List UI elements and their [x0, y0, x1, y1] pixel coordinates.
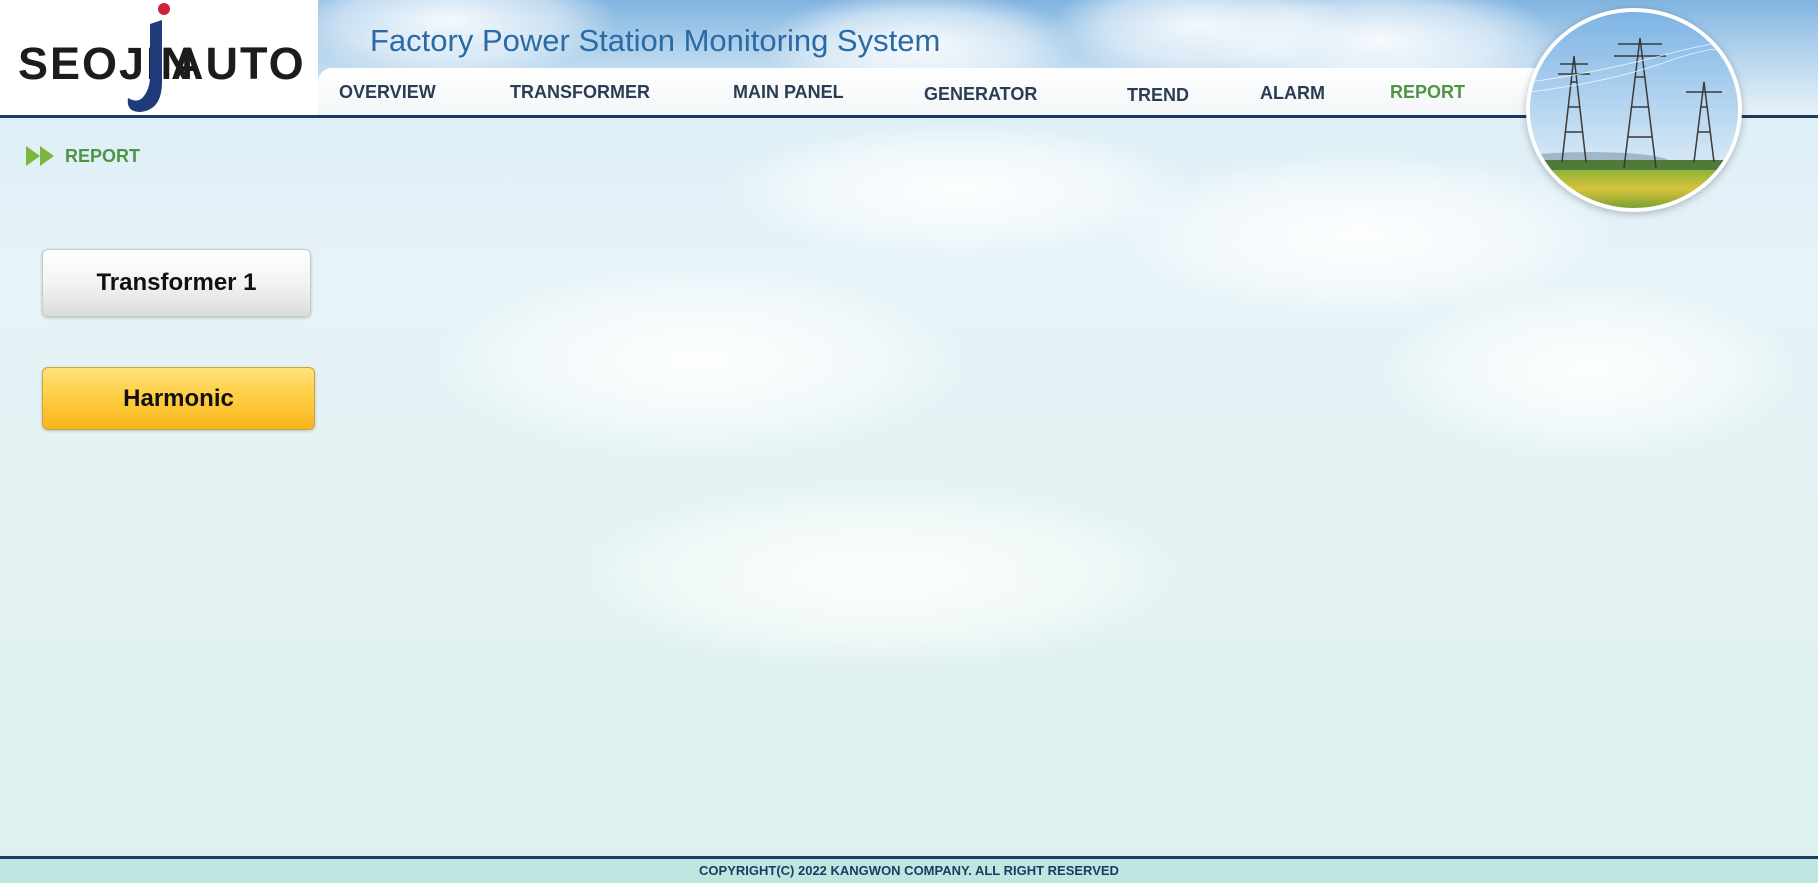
nav-item-trend[interactable]: TREND: [1127, 85, 1189, 106]
logo-text-right: AUTO: [171, 38, 306, 89]
cloud-decoration: [1380, 280, 1800, 460]
logo-area: SEOJIN AUTO: [0, 0, 318, 118]
cloud-decoration: [1100, 150, 1620, 320]
cloud-decoration: [720, 120, 1200, 260]
cloud-decoration: [560, 480, 1200, 670]
footer: COPYRIGHT(C) 2022 KANGWON COMPANY. ALL R…: [0, 859, 1818, 883]
breadcrumb-label: REPORT: [65, 146, 141, 166]
nav-item-report[interactable]: REPORT: [1390, 82, 1465, 103]
transmission-tower-icon: [1530, 12, 1738, 208]
footer-copyright: COPYRIGHT(C) 2022 KANGWON COMPANY. ALL R…: [699, 863, 1119, 878]
transformer-1-button[interactable]: Transformer 1: [42, 249, 311, 317]
nav-item-overview[interactable]: OVERVIEW: [339, 82, 436, 103]
nav-item-alarm[interactable]: ALARM: [1260, 83, 1325, 104]
power-tower-image: [1526, 8, 1742, 212]
nav-item-transformer[interactable]: TRANSFORMER: [510, 82, 650, 103]
cloud-decoration: [430, 260, 970, 460]
nav-item-generator[interactable]: GENERATOR: [924, 84, 1037, 105]
double-chevron-right-icon: [26, 146, 54, 166]
nav-item-main-panel[interactable]: MAIN PANEL: [733, 82, 844, 103]
harmonic-button[interactable]: Harmonic: [42, 367, 315, 430]
main-nav: OVERVIEW TRANSFORMER MAIN PANEL GENERATO…: [318, 68, 1538, 116]
logo-mark-icon: [127, 3, 170, 112]
app-title: Factory Power Station Monitoring System: [370, 23, 941, 58]
